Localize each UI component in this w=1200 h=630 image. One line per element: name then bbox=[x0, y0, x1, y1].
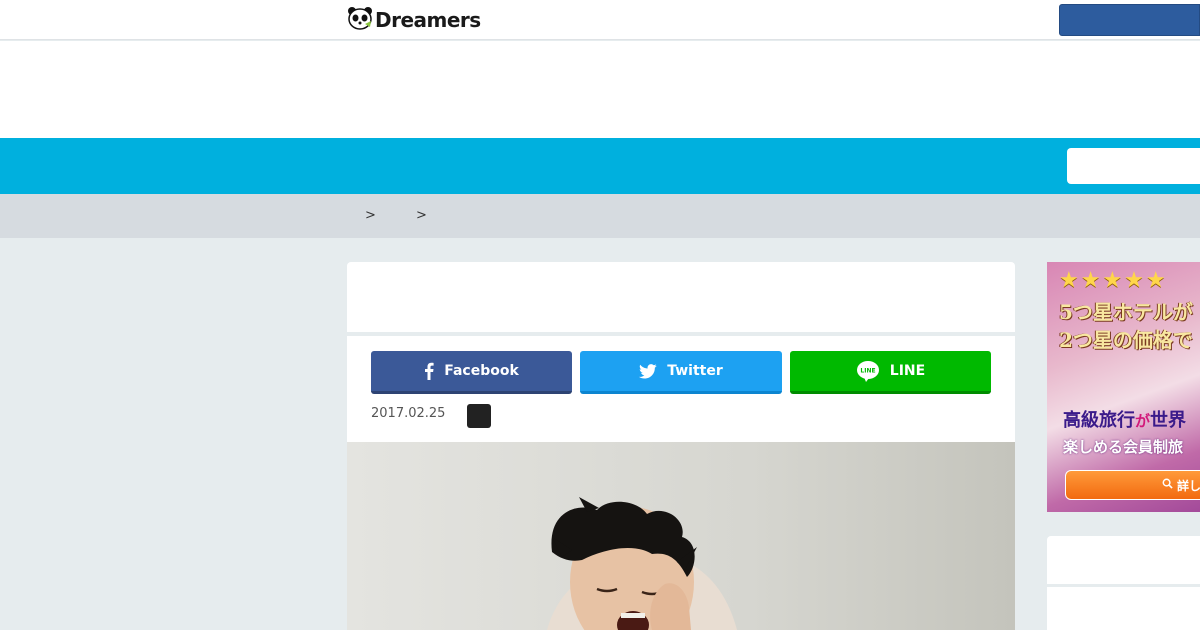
sidebar-widget bbox=[1047, 536, 1200, 584]
twitter-bird-icon bbox=[639, 363, 657, 379]
line-icon-text: LINE bbox=[860, 368, 875, 375]
ad-stars: ★★★★★ bbox=[1059, 268, 1168, 293]
ad-headline-3c: 世界 bbox=[1150, 410, 1187, 431]
sidebar-widget bbox=[1047, 587, 1200, 630]
site-header: Dreamers bbox=[0, 0, 1200, 40]
share-line-button[interactable]: LINE LINE bbox=[790, 351, 991, 394]
ad-headline-3b: が bbox=[1135, 412, 1151, 430]
ad-headline-2: 2つ星の価格で bbox=[1059, 328, 1193, 352]
facebook-label: Facebook bbox=[444, 363, 519, 379]
breadcrumb bbox=[0, 194, 1200, 238]
ad-headline-3: 高級旅行が世界 bbox=[1063, 406, 1186, 432]
post-date: 2017.02.25 bbox=[371, 406, 446, 421]
line-label: LINE bbox=[889, 363, 926, 379]
ad-headline-3a: 高級旅行 bbox=[1063, 410, 1135, 431]
logo-text: Dreamers bbox=[375, 8, 481, 32]
facebook-icon bbox=[424, 362, 434, 380]
category-badge[interactable] bbox=[467, 404, 491, 428]
ad-headline-1: 5つ星ホテルが bbox=[1059, 300, 1193, 324]
share-facebook-button[interactable]: Facebook bbox=[371, 351, 572, 394]
site-logo[interactable]: Dreamers bbox=[347, 6, 481, 34]
search-input[interactable] bbox=[1067, 148, 1200, 184]
share-twitter-button[interactable]: Twitter bbox=[580, 351, 782, 394]
top-ad-area bbox=[0, 41, 1200, 138]
global-nav bbox=[0, 138, 1200, 194]
line-icon: LINE bbox=[856, 360, 880, 382]
ad-details-button[interactable]: 詳し bbox=[1065, 470, 1200, 500]
panda-icon bbox=[347, 6, 373, 34]
twitter-label: Twitter bbox=[667, 363, 723, 379]
ad-subline: 楽しめる会員制旅 bbox=[1063, 438, 1184, 456]
breadcrumb-separator: > bbox=[365, 208, 376, 223]
article-title-area bbox=[347, 262, 1015, 332]
article-eyecatch-image bbox=[347, 442, 1015, 630]
ad-details-label: 詳し bbox=[1177, 478, 1200, 493]
header-login-button[interactable] bbox=[1059, 4, 1200, 36]
sidebar-banner-ad[interactable]: ★★★★★ 5つ星ホテルが 2つ星の価格で 高級旅行が世界 楽しめる会員制旅 詳… bbox=[1047, 262, 1200, 512]
search-icon bbox=[1162, 478, 1173, 492]
breadcrumb-separator: > bbox=[416, 208, 427, 223]
